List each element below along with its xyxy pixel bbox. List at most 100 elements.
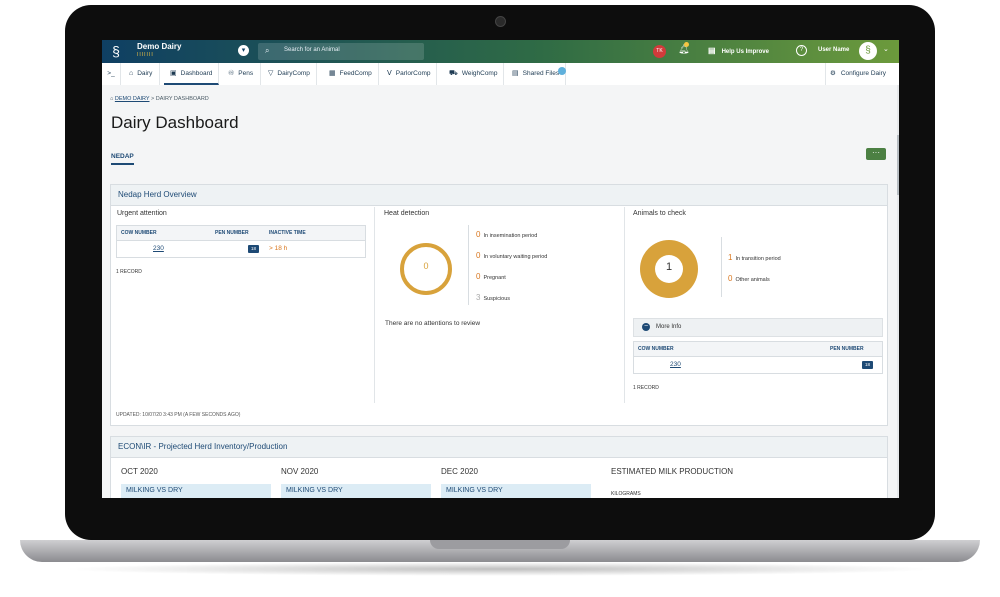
nav-label: FeedComp [339, 70, 372, 77]
milking-vs-dry-header: MILKING VS DRY [441, 484, 591, 498]
divider [624, 207, 625, 403]
table-header: COW NUMBER PEN NUMBER INACTIVE TIME [117, 226, 365, 241]
milking-vs-dry-header: MILKING VS DRY [281, 484, 431, 498]
stat-value: 0 [476, 230, 481, 239]
stat-label: In voluntary waiting period [483, 254, 548, 260]
main-nav: >_ ⌂ Dairy ▣ Dashboard ♾ Pens ▽ DairyComp ▦ F… [102, 63, 899, 86]
feedcomp-icon: ▦ [329, 70, 336, 77]
minus-icon: − [642, 323, 650, 331]
nav-dairy[interactable]: ⌂ Dairy [122, 63, 161, 85]
unit-label: KILOGRAMS [611, 491, 641, 497]
subheader-label: MILKING VS DRY [126, 487, 183, 494]
configure-label: Configure Dairy [840, 70, 886, 77]
dairy-dropdown-icon[interactable]: ▾ [238, 45, 249, 56]
nav-weighcomp[interactable]: ⛟ WeighComp [443, 63, 505, 85]
help-us-improve-button[interactable]: ▤ Help Us Improve [708, 46, 769, 55]
search-input[interactable]: ⌕ Search for an Animal [258, 43, 424, 60]
avatar[interactable]: § [859, 42, 877, 60]
laptop-shadow [60, 562, 940, 576]
dashboard-icon: ▣ [170, 70, 177, 77]
month-nov: NOV 2020 [281, 467, 319, 476]
app-screen: § Demo Dairy IIIIIII ▾ ⌕ Search for an A… [102, 40, 899, 498]
stat-value: 3 [476, 293, 481, 302]
feedback-icon: ▤ [708, 46, 716, 55]
subheader-label: MILKING VS DRY [286, 487, 343, 494]
subheader-label: MILKING VS DRY [446, 487, 503, 494]
stat-label: Suspicious [483, 296, 511, 302]
dairy-subtitle: IIIIIII [137, 52, 154, 58]
stat-label: In transition period [735, 256, 781, 262]
stat-suspicious: 3 Suspicious [476, 293, 510, 302]
col-inactive-time[interactable]: INACTIVE TIME [269, 230, 306, 236]
help-question-icon[interactable]: ? [796, 45, 807, 56]
more-info-label: More Info [656, 324, 682, 330]
col-pen-number[interactable]: PEN NUMBER [215, 230, 249, 236]
table-row: 230 18 [634, 357, 882, 373]
pens-icon: ♾ [228, 70, 235, 77]
nav-dairycomp[interactable]: ▽ DairyComp [262, 63, 317, 85]
cow-number-link[interactable]: 230 [153, 245, 164, 252]
stat-pregnant: 0 Pregnant [476, 272, 506, 281]
month-dec: DEC 2020 [441, 467, 478, 476]
stat-label: Pregnant [483, 275, 506, 281]
webcam [495, 16, 506, 27]
scrollbar-thumb[interactable] [897, 135, 899, 195]
check-donut-value: 1 [665, 261, 673, 273]
stat-label: In insemination period [483, 233, 538, 239]
card-header: ECON\IR - Projected Herd Inventory/Produ… [111, 437, 887, 458]
weighcomp-icon: ⛟ [449, 70, 458, 77]
nav-feedcomp[interactable]: ▦ FeedComp [323, 63, 379, 85]
record-count: 1 RECORD [116, 269, 142, 275]
bell-dot [684, 42, 689, 47]
stat-transition: 1 In transition period [728, 253, 781, 262]
shared-files-icon: ▤ [512, 70, 519, 77]
card-title: Nedap Herd Overview [118, 190, 197, 199]
cow-number-link[interactable]: 230 [670, 361, 681, 368]
milk-production-title: ESTIMATED MILK PRODUCTION [611, 467, 734, 476]
urgent-attention-title: Urgent attention [117, 210, 167, 217]
heat-donut: 0 [400, 243, 452, 295]
configure-dairy-button[interactable]: ⚙ Configure Dairy [825, 63, 886, 85]
dairy-name[interactable]: Demo Dairy [137, 42, 181, 51]
stat-value: 0 [476, 272, 481, 281]
stat-value: 0 [728, 274, 733, 283]
search-placeholder: Search for an Animal [284, 47, 340, 53]
more-options-button[interactable]: ··· [866, 148, 886, 160]
tab-nedap[interactable]: NEDAP [111, 153, 134, 165]
nav-dashboard[interactable]: ▣ Dashboard [164, 63, 220, 85]
laptop-notch [430, 540, 570, 549]
stat-value: 0 [476, 251, 481, 260]
card-title: ECON\IR - Projected Herd Inventory/Produ… [118, 442, 288, 451]
col-cow-number[interactable]: COW NUMBER [121, 230, 157, 236]
more-info-toggle[interactable]: − More Info [633, 318, 883, 337]
nav-shared-files[interactable]: ▤ Shared Files [506, 63, 567, 85]
chevron-down-icon[interactable]: ⌄ [883, 45, 889, 53]
card-header: Nedap Herd Overview [111, 185, 887, 206]
stat-other-animals: 0 Other animals [728, 274, 770, 283]
notification-badge[interactable]: TK [653, 45, 666, 58]
nav-label: DairyComp [277, 70, 310, 77]
main-content: ⌂ DEMO DAIRY > DAIRY DASHBOARD Dairy Das… [102, 85, 899, 498]
divider [468, 225, 469, 305]
pen-badge: 18 [248, 245, 259, 253]
page-title: Dairy Dashboard [111, 113, 239, 132]
breadcrumb-current: DAIRY DASHBOARD [155, 96, 209, 102]
nav-indicator-dot [558, 67, 566, 75]
user-name[interactable]: User Name [818, 47, 849, 53]
nav-pens[interactable]: ♾ Pens [221, 63, 262, 85]
app-logo-icon[interactable]: § [107, 42, 125, 60]
stat-label: Other animals [735, 277, 770, 283]
table-row: 230 18 > 18 h [117, 241, 365, 257]
milking-vs-dry-header: MILKING VS DRY [121, 484, 271, 498]
breadcrumb-root[interactable]: DEMO DAIRY [115, 96, 150, 102]
stat-insemination: 0 In insemination period [476, 230, 537, 239]
terminal-icon[interactable]: >_ [102, 63, 121, 85]
divider [721, 237, 722, 297]
month-oct: OCT 2020 [121, 467, 158, 476]
col-pen-number[interactable]: PEN NUMBER [830, 346, 864, 352]
nav-label: Dashboard [180, 70, 213, 77]
col-cow-number[interactable]: COW NUMBER [638, 346, 674, 352]
nav-parlorcomp[interactable]: ᐯ ParlorComp [381, 63, 438, 85]
scrollbar[interactable] [897, 85, 899, 498]
search-icon: ⌕ [265, 46, 270, 55]
